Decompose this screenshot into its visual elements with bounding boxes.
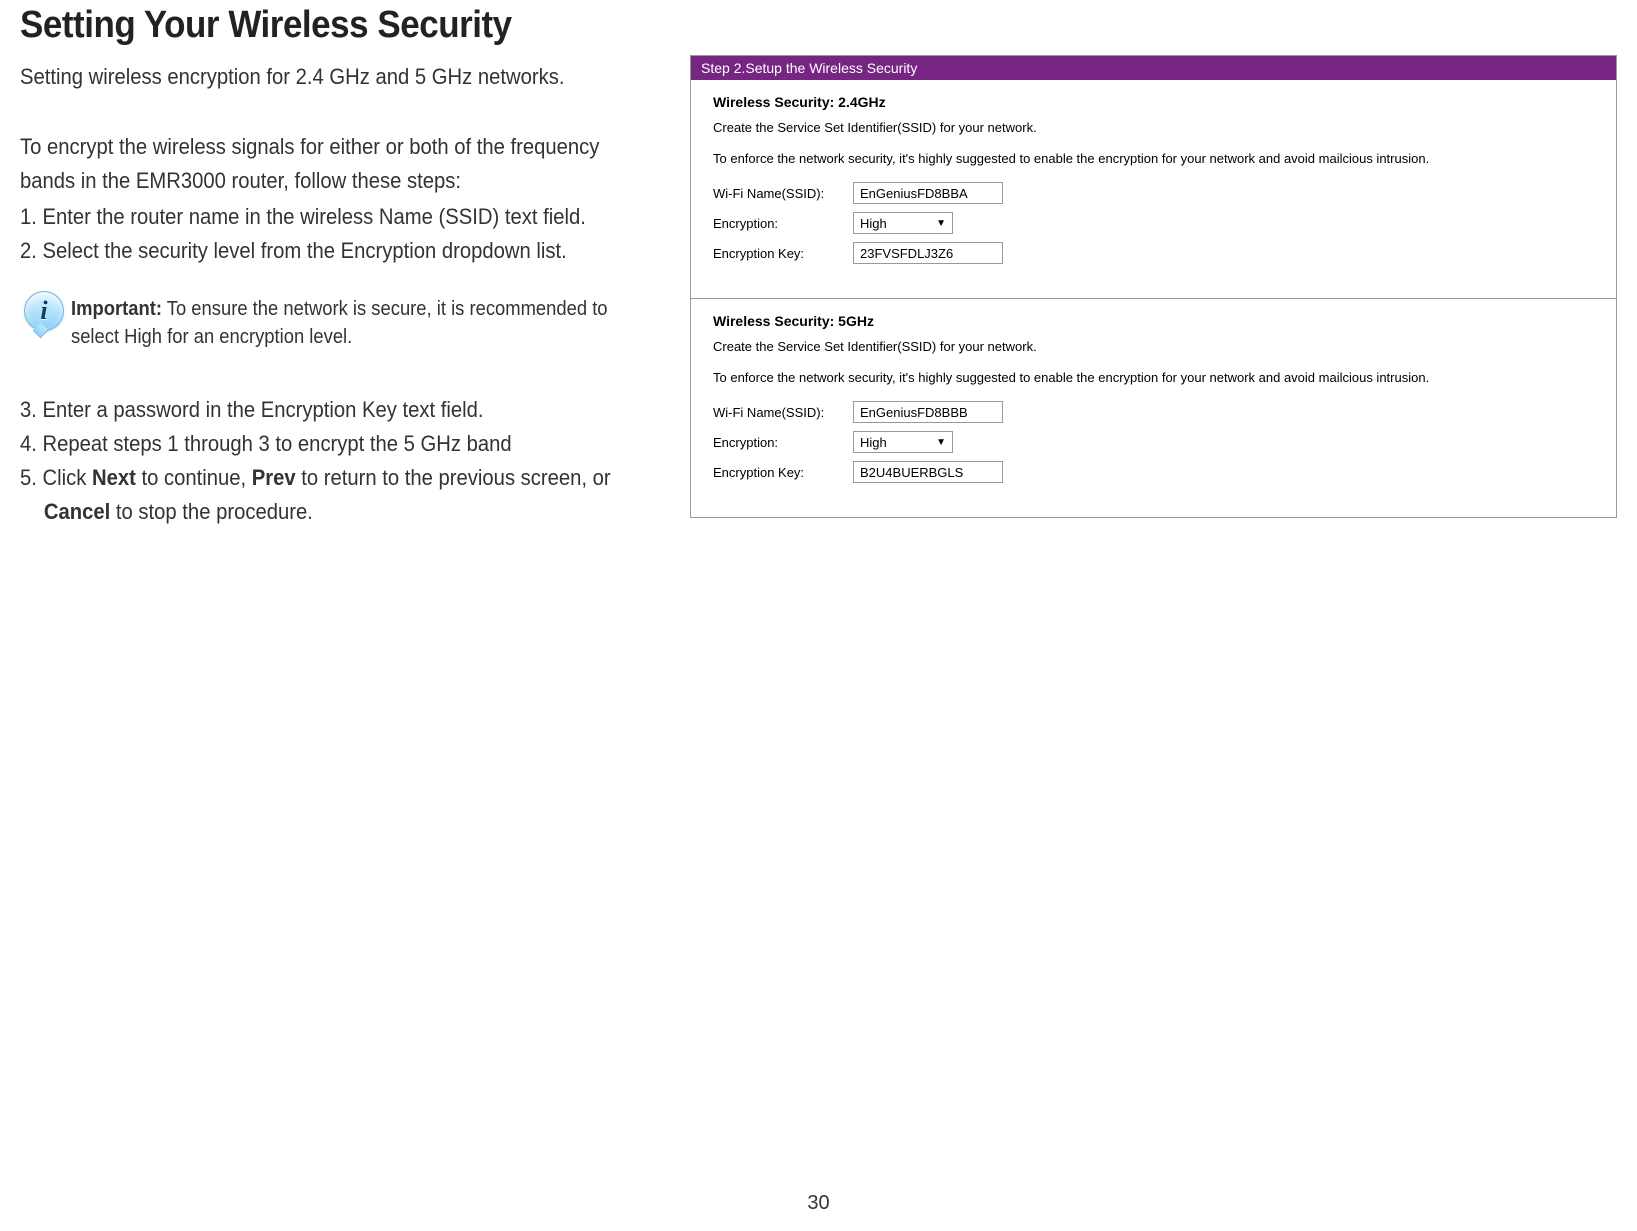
ssid-input-5[interactable] (853, 401, 1003, 423)
step-2: 2. Select the security level from the En… (20, 234, 627, 268)
ssid-label-5: Wi-Fi Name(SSID): (713, 405, 853, 420)
chevron-down-icon: ▼ (936, 437, 946, 448)
callout-text: Important: To ensure the network is secu… (71, 289, 631, 351)
encryption-label-24: Encryption: (713, 216, 853, 231)
step-1: 1. Enter the router name in the wireless… (20, 200, 627, 234)
section-2-4ghz: Wireless Security: 2.4GHz Create the Ser… (691, 80, 1616, 299)
key-label-5: Encryption Key: (713, 465, 853, 480)
wireless-security-panel: Step 2.Setup the Wireless Security Wirel… (690, 55, 1617, 518)
page-number: 30 (807, 1192, 829, 1215)
key-label-24: Encryption Key: (713, 246, 853, 261)
section-note-24: To enforce the network security, it's hi… (713, 151, 1594, 166)
panel-header: Step 2.Setup the Wireless Security (691, 56, 1616, 80)
instruction-para: To encrypt the wireless signals for eith… (20, 130, 627, 198)
ssid-label-24: Wi-Fi Name(SSID): (713, 186, 853, 201)
section-title-24: Wireless Security: 2.4GHz (713, 94, 1594, 110)
step-3: 3. Enter a password in the Encryption Ke… (20, 393, 627, 427)
section-5ghz: Wireless Security: 5GHz Create the Servi… (691, 299, 1616, 517)
key-input-24[interactable] (853, 242, 1003, 264)
section-desc-24: Create the Service Set Identifier(SSID) … (713, 120, 1594, 135)
ssid-input-24[interactable] (853, 182, 1003, 204)
step-4: 4. Repeat steps 1 through 3 to encrypt t… (20, 427, 627, 461)
section-note-5: To enforce the network security, it's hi… (713, 370, 1594, 385)
encryption-label-5: Encryption: (713, 435, 853, 450)
important-callout: i Important: To ensure the network is se… (20, 289, 680, 351)
encryption-select-5[interactable]: High ▼ (853, 431, 953, 453)
step-5: 5. Click Next to continue, Prev to retur… (20, 461, 627, 529)
section-desc-5: Create the Service Set Identifier(SSID) … (713, 339, 1594, 354)
encryption-select-24[interactable]: High ▼ (853, 212, 953, 234)
section-title-5: Wireless Security: 5GHz (713, 313, 1594, 329)
key-input-5[interactable] (853, 461, 1003, 483)
page-title: Setting Your Wireless Security (20, 4, 627, 47)
chevron-down-icon: ▼ (936, 218, 946, 229)
info-icon: i (20, 289, 55, 341)
intro-text: Setting wireless encryption for 2.4 GHz … (20, 59, 627, 94)
